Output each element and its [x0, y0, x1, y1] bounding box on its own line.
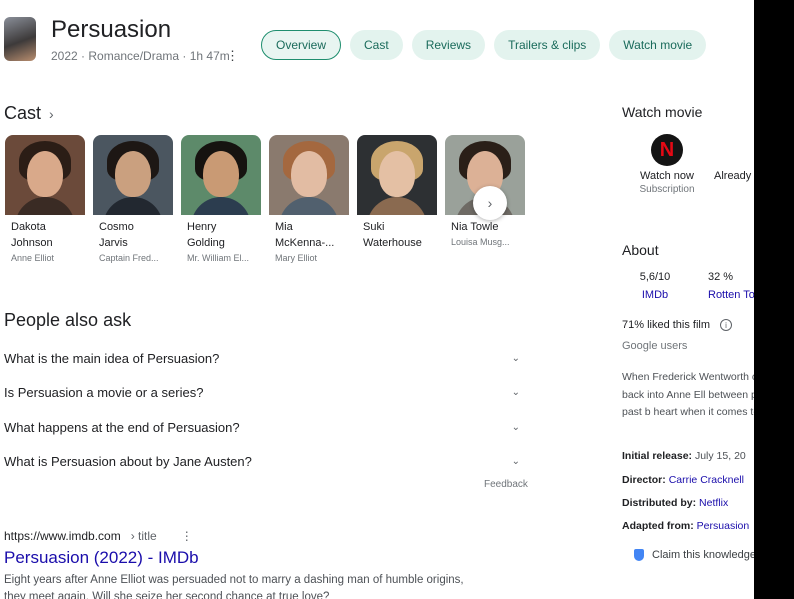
- movie-subtitle: 2022 · Romance/Drama · 1h 47m: [51, 49, 230, 63]
- watch-movie-heading: Watch movie: [622, 104, 703, 120]
- result-title-link[interactable]: Persuasion (2022) - IMDb: [4, 548, 199, 568]
- chevron-down-icon: ⌄: [511, 387, 520, 399]
- adapted-from-link[interactable]: Persuasion: [697, 520, 750, 532]
- carousel-next-button[interactable]: ›: [473, 186, 507, 220]
- cast-name: Dakota Johnson: [11, 221, 53, 249]
- fact-initial-release: Initial release: July 15, 20: [622, 450, 746, 462]
- claim-knowledge-panel[interactable]: Claim this knowledge: [634, 549, 754, 561]
- rating-rotten-tomatoes[interactable]: 32 % Rotten To: [708, 271, 754, 301]
- liked-source: Google users: [622, 340, 688, 352]
- people-also-ask-list: What is the main idea of Persuasion? ⌄ I…: [4, 341, 524, 479]
- result-path: › title: [130, 529, 157, 543]
- chevron-down-icon: ⌄: [511, 352, 520, 364]
- fact-distributed-by: Distributed by: Netflix: [622, 497, 729, 509]
- result-domain: https://www.imdb.com: [4, 529, 121, 543]
- cast-carousel: Dakota Johnson Anne Elliot Cosmo Jarvis Ca…: [5, 135, 525, 263]
- netflix-logo-icon: N: [651, 134, 683, 166]
- cast-card[interactable]: Dakota Johnson Anne Elliot: [5, 135, 85, 263]
- cast-photo: [181, 135, 261, 215]
- chevron-down-icon: ⌄: [511, 456, 520, 468]
- tab-trailers-clips[interactable]: Trailers & clips: [494, 30, 601, 60]
- cast-name: Suki Waterhouse: [363, 221, 422, 249]
- tab-cast[interactable]: Cast: [350, 30, 403, 60]
- cast-photo: [357, 135, 437, 215]
- screen-edge-bar: [754, 0, 794, 599]
- chevron-right-icon: ›: [49, 105, 54, 122]
- cast-photo: [5, 135, 85, 215]
- cast-name: Henry Golding: [187, 221, 225, 249]
- paa-question[interactable]: What is Persuasion about by Jane Austen?…: [4, 445, 524, 480]
- info-icon[interactable]: i: [720, 319, 733, 331]
- provider-already[interactable]: Already: [692, 134, 754, 182]
- chevron-right-icon: ›: [487, 195, 493, 211]
- cast-name: Mia McKenna-...: [275, 221, 335, 249]
- more-options-icon[interactable]: ⋮: [181, 529, 193, 543]
- cast-name: Cosmo Jarvis: [99, 221, 134, 249]
- feedback-link[interactable]: Feedback: [484, 479, 528, 490]
- movie-description: When Frederick Wentworth crashes back in…: [622, 371, 754, 418]
- page-title: Persuasion: [51, 16, 172, 43]
- cast-role: Mr. William El...: [187, 253, 249, 263]
- liked-stat: 71% liked this film i: [622, 319, 733, 331]
- cast-card[interactable]: Cosmo Jarvis Captain Fred...: [93, 135, 173, 263]
- cast-card[interactable]: Suki Waterhouse: [357, 135, 437, 263]
- cast-card[interactable]: Henry Golding Mr. William El...: [181, 135, 261, 263]
- tab-overview[interactable]: Overview: [261, 30, 342, 60]
- paa-question[interactable]: What is the main idea of Persuasion? ⌄: [4, 341, 524, 376]
- cast-role: Mary Elliot: [275, 253, 318, 263]
- people-also-ask-heading: People also ask: [4, 310, 132, 330]
- cast-card[interactable]: Mia McKenna-... Mary Elliot: [269, 135, 349, 263]
- about-heading: About: [622, 242, 659, 258]
- rating-imdb[interactable]: 5,6/10 IMDb: [625, 271, 685, 301]
- fact-adapted-from: Adapted from: Persuasion: [622, 520, 750, 532]
- tab-reviews[interactable]: Reviews: [411, 30, 486, 60]
- knowledge-panel: Watch movie N Watch now Subscription Alr…: [622, 0, 754, 599]
- paa-question[interactable]: What happens at the end of Persuasion? ⌄: [4, 410, 524, 445]
- cast-heading-label: Cast: [4, 103, 42, 123]
- cast-role: Anne Elliot: [11, 253, 55, 263]
- chevron-down-icon: ⌄: [511, 421, 520, 433]
- cast-role: Captain Fred...: [99, 253, 159, 263]
- result-url[interactable]: https://www.imdb.com › title ⋮: [4, 529, 193, 543]
- cast-role: Louisa Musg...: [451, 237, 510, 247]
- movie-poster[interactable]: [4, 17, 36, 61]
- result-snippet: Eight years after Anne Elliot was persua…: [4, 574, 464, 599]
- cast-photo: [269, 135, 349, 215]
- cast-photo: [93, 135, 173, 215]
- more-options-icon[interactable]: ⋮: [226, 48, 239, 64]
- provider-name: Already: [714, 170, 752, 182]
- cast-name: Nia Towle: [451, 221, 499, 233]
- fact-director: Director: Carrie Cracknell: [622, 474, 744, 486]
- provider-sub: Subscription: [639, 184, 695, 195]
- paa-question[interactable]: Is Persuasion a movie or a series? ⌄: [4, 376, 524, 411]
- verified-shield-icon: [634, 549, 644, 561]
- director-link[interactable]: Carrie Cracknell: [669, 474, 744, 486]
- cast-heading[interactable]: Cast ›: [4, 103, 54, 124]
- distributor-link[interactable]: Netflix: [699, 497, 728, 509]
